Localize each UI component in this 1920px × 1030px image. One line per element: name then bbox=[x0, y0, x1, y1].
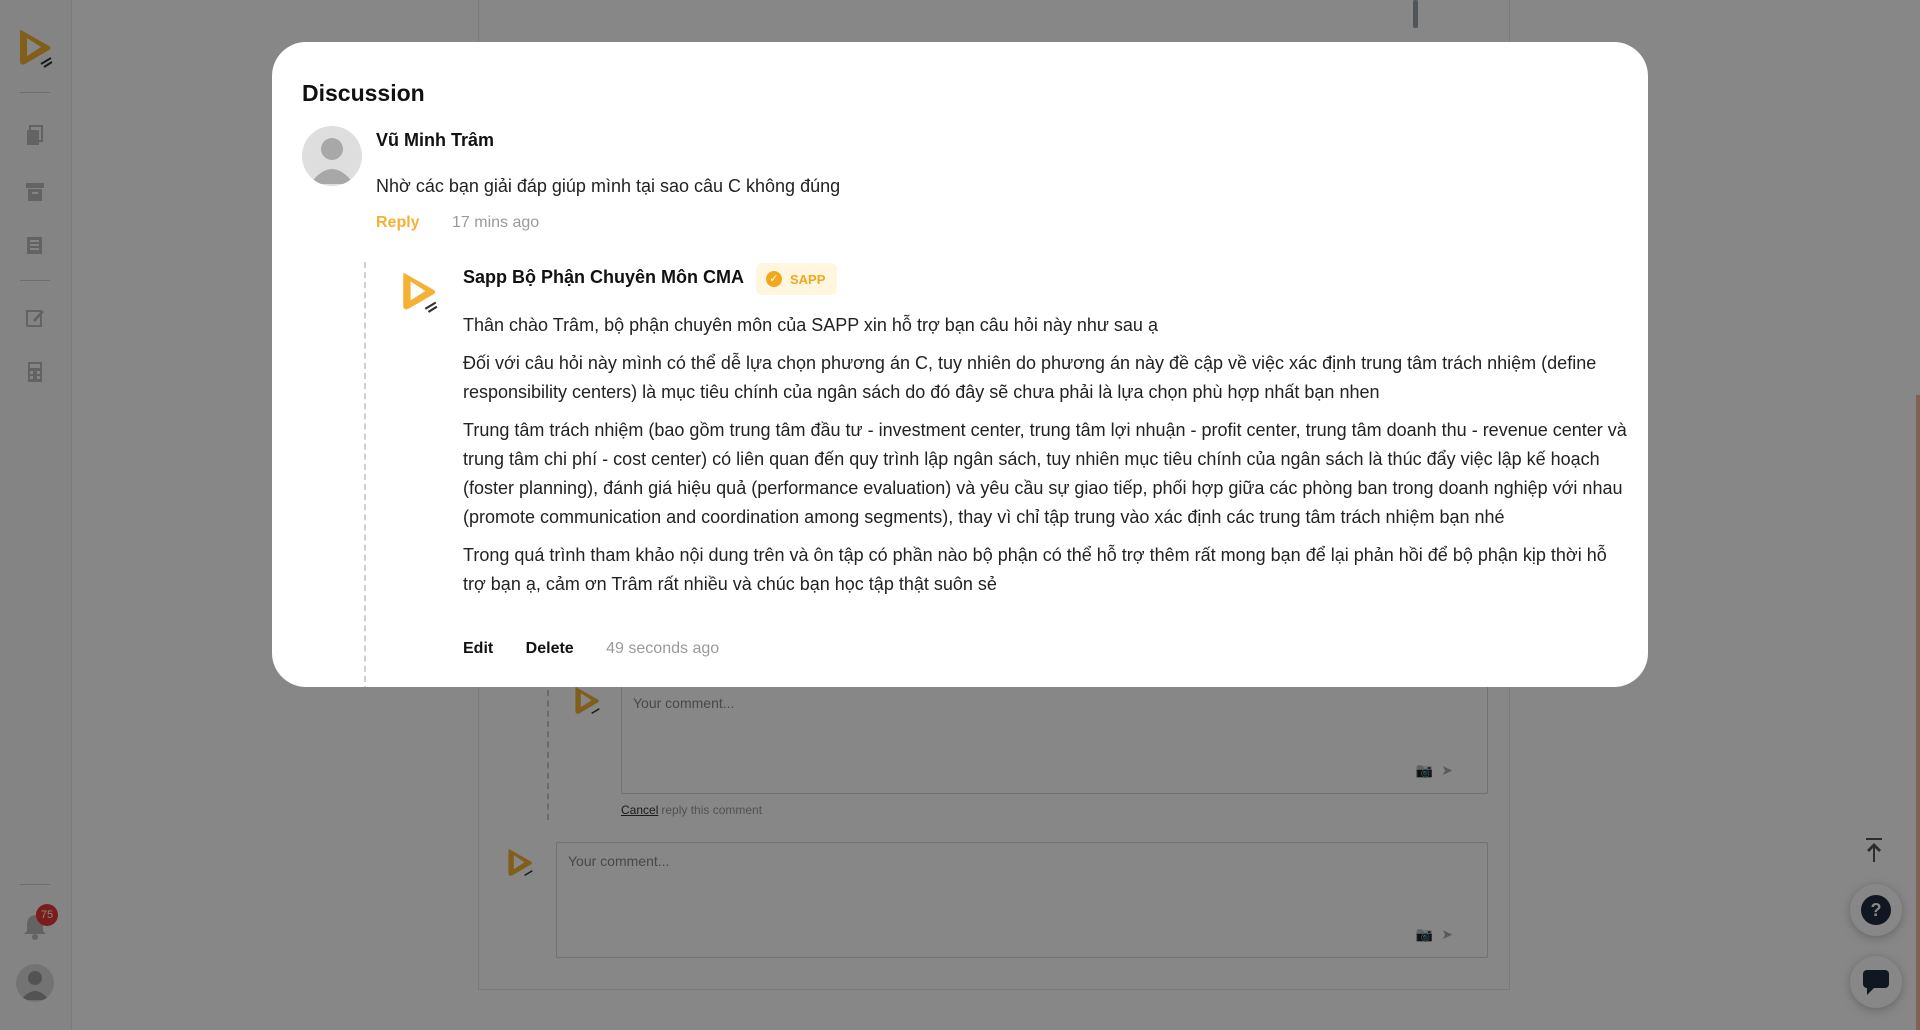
comment-timestamp: 17 mins ago bbox=[452, 214, 540, 231]
reply-body: Thân chào Trâm, bộ phận chuyên môn của S… bbox=[463, 311, 1628, 608]
comment-text: Nhờ các bạn giải đáp giúp mình tại sao c… bbox=[376, 176, 841, 196]
modal-title: Discussion bbox=[302, 80, 425, 106]
reply-paragraph: Trong quá trình tham khảo nội dung trên … bbox=[463, 545, 1607, 594]
verified-badge-label: SAPP bbox=[790, 271, 826, 287]
verified-badge: ✓ SAPP bbox=[756, 263, 838, 295]
reply-button[interactable]: Reply bbox=[376, 214, 420, 231]
thread-line bbox=[364, 262, 366, 687]
reply-paragraph: Thân chào Trâm, bộ phận chuyên môn của S… bbox=[463, 315, 1158, 335]
reply-author: Sapp Bộ Phận Chuyên Môn CMA bbox=[463, 267, 744, 287]
discussion-modal: Discussion Vũ Minh Trâm Nhờ các bạn giải… bbox=[272, 42, 1648, 687]
check-icon: ✓ bbox=[766, 271, 782, 287]
reply-paragraph: Đối với câu hỏi này mình có thể dễ lựa c… bbox=[463, 353, 1597, 402]
reply-paragraph: Trung tâm trách nhiệm (bao gồm trung tâm… bbox=[463, 420, 1627, 527]
comment-meta: Reply 17 mins ago bbox=[376, 214, 539, 232]
sapp-logo-icon bbox=[403, 272, 438, 313]
delete-button[interactable]: Delete bbox=[526, 640, 574, 657]
reply-actions: Edit Delete 49 seconds ago bbox=[463, 640, 719, 658]
comment-author: Vũ Minh Trâm bbox=[376, 130, 495, 150]
commenter-avatar bbox=[302, 126, 362, 186]
edit-button[interactable]: Edit bbox=[463, 640, 493, 657]
reply-timestamp: 49 seconds ago bbox=[606, 640, 720, 657]
